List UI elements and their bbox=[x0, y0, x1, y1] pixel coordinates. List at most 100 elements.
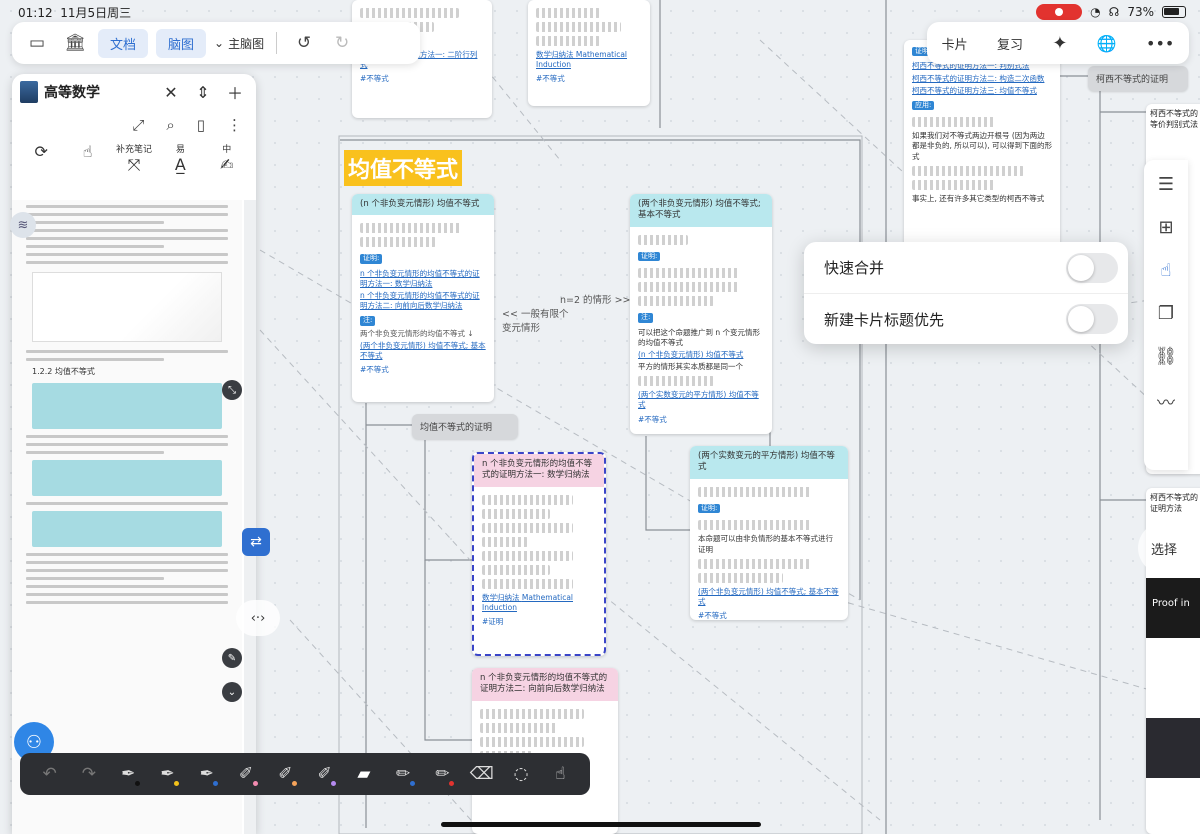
easy-tool[interactable]: 易 A̲ bbox=[160, 142, 200, 175]
card-note: 两个非负变元情形的均值不等式 ↓ bbox=[360, 328, 474, 338]
search-doc-icon[interactable]: ⌕ bbox=[166, 116, 174, 134]
top-card-mid-hash[interactable]: #不等式 bbox=[536, 74, 642, 84]
top-card-mid-link-1[interactable]: 数学归纳法 bbox=[536, 50, 574, 59]
layout-icon[interactable]: ⊞ bbox=[1158, 217, 1173, 238]
undo-icon[interactable]: ↺ bbox=[289, 28, 319, 58]
card-link-n-variable[interactable]: (n 个非负变元情形) 均值不等式 bbox=[638, 350, 764, 360]
more-icon[interactable]: ••• bbox=[1146, 34, 1174, 53]
pin-icon[interactable]: ⤡ bbox=[222, 380, 242, 400]
highlighter-pink-icon[interactable]: ✐ bbox=[228, 757, 263, 791]
card-hash[interactable]: #不等式 bbox=[360, 365, 486, 375]
redo-icon[interactable]: ↻ bbox=[327, 28, 357, 58]
title-first-row[interactable]: 新建卡片标题优先 bbox=[804, 293, 1128, 344]
card-link-two-variable[interactable]: (两个非负变元情形) 均值不等式; 基本不等式 bbox=[360, 341, 486, 361]
card-link-square[interactable]: (两个实数变元的平方情形) 均值不等式 bbox=[638, 390, 764, 410]
hand-pointer-icon[interactable]: ☝ bbox=[1161, 260, 1172, 281]
lasso-icon[interactable]: ◌ bbox=[503, 757, 538, 791]
card-link-method-2[interactable]: n 个非负变元情形的均值不等式的证明方法二: 向前向后数学归纳法 bbox=[360, 291, 486, 311]
list-icon[interactable]: ☰ bbox=[1158, 174, 1174, 195]
pencil-blue-icon[interactable]: ✏ bbox=[386, 757, 421, 791]
tab-document[interactable]: 文档 bbox=[98, 28, 149, 58]
supplement-note-tool[interactable]: 补充笔记 ⤧ bbox=[114, 142, 154, 175]
card-n-variable-mean-inequality[interactable]: (n 个非负变元情形) 均值不等式 证明: n 个非负变元情形的均值不等式的证明… bbox=[352, 194, 494, 402]
eraser-icon[interactable]: ⌫ bbox=[464, 757, 499, 791]
video-thumb-2[interactable] bbox=[1146, 718, 1200, 778]
link-icon[interactable]: ⛓ bbox=[1155, 346, 1178, 367]
node-cauchy-proof[interactable]: 柯西不等式的证明 bbox=[1088, 66, 1188, 91]
book-cover-icon bbox=[20, 81, 38, 103]
cauchy-link-3[interactable]: 柯西不等式的证明方法三: 均值不等式 bbox=[912, 86, 1052, 96]
highlight-block[interactable] bbox=[32, 383, 222, 429]
right-card-title: 柯西不等式的等价判别式法 bbox=[1150, 109, 1198, 129]
close-icon[interactable]: ✕ bbox=[158, 83, 184, 102]
copy-icon[interactable]: ❐ bbox=[1158, 303, 1174, 324]
sync-tool[interactable]: ⟳ bbox=[21, 142, 61, 175]
card-two-variable-mean-inequality[interactable]: (两个非负变元情形) 均值不等式; 基本不等式 证明: 注: 可以把这个命题推广… bbox=[630, 194, 772, 434]
swap-panels-icon[interactable]: ⇄ bbox=[242, 528, 270, 556]
card-link-method-1[interactable]: n 个非负变元情形的均值不等式的证明方法一: 数学归纳法 bbox=[360, 269, 486, 289]
web-search-icon[interactable]: 🌐 bbox=[1097, 34, 1117, 53]
pen-black-icon[interactable]: ✒ bbox=[111, 757, 146, 791]
highlighter-orange-icon[interactable]: ✐ bbox=[268, 757, 303, 791]
highlight-block[interactable] bbox=[32, 460, 222, 496]
library-icon[interactable]: 🏛 bbox=[60, 28, 90, 58]
ai-sparkle-icon[interactable]: ✦ bbox=[1052, 33, 1067, 54]
quick-merge-toggle[interactable] bbox=[1066, 252, 1118, 283]
home-indicator[interactable] bbox=[441, 822, 761, 827]
sidebar-toggle-icon[interactable]: ▭ bbox=[22, 28, 52, 58]
mindmap-selector[interactable]: ⌄ 主脑图 bbox=[214, 35, 264, 52]
wifi-icon: ◔ bbox=[1090, 5, 1101, 19]
add-icon[interactable]: ＋ bbox=[222, 80, 248, 104]
card-cauchy-inequality[interactable]: 证明: 柯西不等式的证明方法一: 判别式法 柯西不等式的证明方法二: 构造二次函… bbox=[904, 40, 1060, 262]
note-tag: 注: bbox=[638, 313, 654, 323]
status-bar: 01:12 11月5日周三 ◔ ☊ 73% bbox=[0, 0, 1200, 22]
pencil-red-icon[interactable]: ✏ bbox=[425, 757, 460, 791]
more-vertical-icon[interactable]: ⋮ bbox=[227, 116, 242, 134]
card-title: (两个实数变元的平方情形) 均值不等式 bbox=[690, 446, 848, 479]
pen-yellow-icon[interactable]: ✒ bbox=[150, 757, 185, 791]
chevron-down-icon[interactable]: ⌄ bbox=[222, 682, 242, 702]
cauchy-link-2[interactable]: 柯西不等式的证明方法二: 构造二次函数 bbox=[912, 74, 1052, 84]
sort-icon[interactable]: ⇕ bbox=[190, 83, 216, 102]
settings-popover: 快速合并 新建卡片标题优先 bbox=[804, 242, 1128, 344]
tab-mindmap[interactable]: 脑图 bbox=[156, 28, 207, 58]
highlighter-white-icon[interactable]: ▰ bbox=[346, 757, 381, 791]
touch-icon[interactable]: ☝ bbox=[543, 757, 578, 791]
card-bullet-1: 本命题可以由非负情形的基本不等式进行证明 bbox=[698, 534, 833, 554]
quick-merge-row[interactable]: 快速合并 bbox=[804, 242, 1128, 293]
topic-title[interactable]: 均值不等式 bbox=[344, 150, 463, 186]
select-button[interactable]: 选择 bbox=[1138, 522, 1190, 574]
undo-icon[interactable]: ↶ bbox=[32, 757, 67, 791]
card-link-two-variable[interactable]: (两个非负变元情形) 均值不等式; 基本不等式 bbox=[698, 587, 840, 607]
bookmark-icon[interactable]: ▯ bbox=[197, 116, 205, 134]
pointer-tool[interactable]: ☝ bbox=[68, 142, 108, 175]
top-card-hash[interactable]: #不等式 bbox=[360, 74, 484, 84]
highlighter-purple-icon[interactable]: ✐ bbox=[307, 757, 342, 791]
freehand-icon[interactable]: 〰 bbox=[1157, 389, 1175, 415]
review-button[interactable]: 复习 bbox=[997, 34, 1023, 53]
right-toolbar: ☰ ⊞ ☝ ❐ ⛓ 〰 bbox=[1144, 160, 1188, 470]
title-first-toggle[interactable] bbox=[1066, 304, 1118, 334]
highlight-block[interactable] bbox=[32, 511, 222, 547]
card-proof-method-2[interactable]: n 个非负变元情形的均值不等式的证明方法二: 向前向后数学归纳法 bbox=[472, 668, 618, 834]
pen-blue-icon[interactable]: ✒ bbox=[189, 757, 224, 791]
recording-indicator[interactable] bbox=[1036, 4, 1083, 20]
card-square-mean-inequality[interactable]: (两个实数变元的平方情形) 均值不等式 证明: 本命题可以由非负情形的基本不等式… bbox=[690, 446, 848, 620]
redo-icon[interactable]: ↷ bbox=[71, 757, 106, 791]
card-button[interactable]: 卡片 bbox=[942, 34, 968, 53]
card-hash[interactable]: #不等式 bbox=[638, 415, 764, 425]
fullscreen-icon[interactable]: ⤢ bbox=[132, 116, 144, 134]
layers-icon[interactable]: ≋ bbox=[10, 212, 36, 238]
card-link-induction[interactable]: 数学归纳法 bbox=[482, 593, 520, 602]
panel-scrollbar[interactable] bbox=[244, 200, 256, 834]
card-proof-method-1[interactable]: n 个非负变元情形的均值不等式的证明方法一: 数学归纳法 数学归纳法 Mathe… bbox=[472, 452, 606, 656]
proof-video-thumb[interactable]: Proof in bbox=[1146, 578, 1200, 638]
card-hash[interactable]: #不等式 bbox=[698, 611, 840, 620]
medium-tool[interactable]: 中 ✍ bbox=[207, 142, 247, 175]
top-toolbar: ▭ 🏛 文档 脑图 ⌄ 主脑图 ↺ ↻ bbox=[12, 22, 420, 64]
card-hash[interactable]: #证明 bbox=[482, 617, 596, 627]
pin-icon[interactable]: ✎ bbox=[222, 648, 242, 668]
drag-handle-icon[interactable]: ‹·› bbox=[236, 600, 280, 636]
node-mean-inequality-proof[interactable]: 均值不等式的证明 bbox=[412, 414, 518, 439]
card-title: n 个非负变元情形的均值不等式的证明方法一: 数学归纳法 bbox=[474, 454, 604, 487]
